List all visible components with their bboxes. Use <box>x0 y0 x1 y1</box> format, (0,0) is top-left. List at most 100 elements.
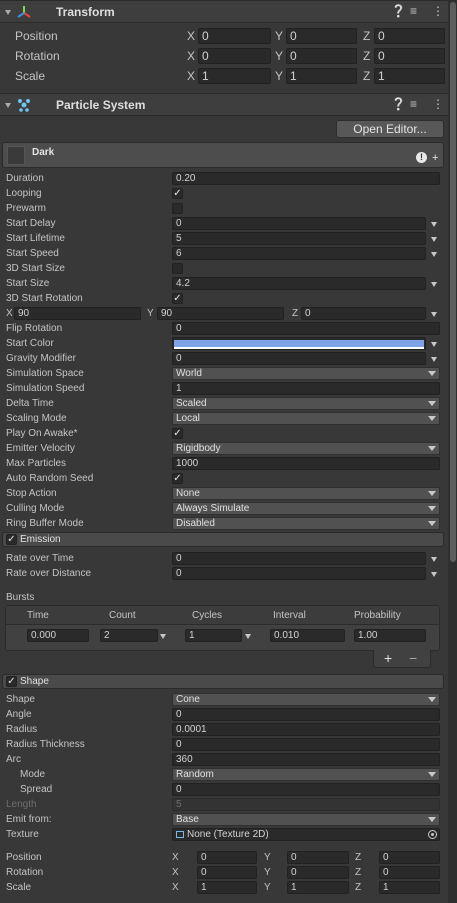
emission-enabled-checkbox[interactable]: ✓ <box>6 534 17 545</box>
position-z-field[interactable]: 0 <box>374 28 445 44</box>
shape-scale-x-field[interactable]: 1 <box>197 881 257 894</box>
rotation-x-field[interactable]: 0 <box>198 48 271 64</box>
looping-checkbox[interactable]: ✓ <box>172 188 183 199</box>
prewarm-checkbox[interactable] <box>172 203 183 214</box>
foldout-arrow-icon[interactable] <box>5 103 11 108</box>
burst-time-field[interactable]: 0.000 <box>27 629 89 642</box>
angle-field[interactable]: 0 <box>172 708 440 721</box>
scrollbar-thumb[interactable] <box>450 2 456 562</box>
start-speed-field[interactable]: 6 <box>172 247 426 260</box>
curve-mode-arrow-icon[interactable] <box>245 634 251 639</box>
scale-y-field[interactable]: 1 <box>286 68 357 84</box>
curve-mode-arrow-icon[interactable] <box>431 252 437 257</box>
start-color-field[interactable] <box>172 337 426 350</box>
scaling-mode-dropdown[interactable]: Local <box>172 412 440 425</box>
simulation-space-dropdown[interactable]: World <box>172 367 440 380</box>
shape-rotation-y-field[interactable]: 0 <box>287 866 349 879</box>
add-module-icon[interactable]: + <box>432 153 438 164</box>
ring-buffer-mode-dropdown[interactable]: Disabled <box>172 517 440 530</box>
add-burst-button[interactable]: + <box>384 650 392 666</box>
help-icon[interactable]: ❔ <box>391 97 406 111</box>
emit-from-dropdown[interactable]: Base <box>172 813 440 826</box>
curve-mode-arrow-icon[interactable] <box>431 237 437 242</box>
rotation-y-field[interactable]: 0 <box>286 48 357 64</box>
curve-mode-arrow-icon[interactable] <box>431 222 437 227</box>
rate-over-time-field[interactable]: 0 <box>172 552 426 565</box>
3d-start-size-checkbox[interactable] <box>172 263 183 274</box>
shape-type-dropdown[interactable]: Cone <box>172 693 440 706</box>
curve-mode-arrow-icon[interactable] <box>431 342 437 347</box>
emission-module-header[interactable]: ✓ Emission <box>2 532 444 547</box>
start-delay-field[interactable]: 0 <box>172 217 426 230</box>
presets-sliders-icon[interactable]: ≡ <box>410 97 417 111</box>
burst-interval-field[interactable]: 0.010 <box>270 629 345 642</box>
max-particles-field[interactable]: 1000 <box>172 457 440 470</box>
shape-position-x-field[interactable]: 0 <box>197 851 257 864</box>
delta-time-dropdown[interactable]: Scaled <box>172 397 440 410</box>
system-name-bar[interactable]: Dark ! + <box>2 142 444 168</box>
inspector-scrollbar[interactable] <box>448 0 457 903</box>
curve-mode-arrow-icon[interactable] <box>431 557 437 562</box>
curve-mode-arrow-icon[interactable] <box>431 357 437 362</box>
radius-field[interactable]: 0.0001 <box>172 723 440 736</box>
shape-rotation-x-field[interactable]: 0 <box>197 866 257 879</box>
start-size-field[interactable]: 4.2 <box>172 277 426 290</box>
arc-spread-field[interactable]: 0 <box>172 783 440 796</box>
stop-action-value: None <box>176 488 200 499</box>
warning-icon[interactable]: ! <box>416 152 427 163</box>
presets-sliders-icon[interactable]: ≡ <box>410 4 417 18</box>
start-rotation-y-field[interactable]: 90 <box>157 307 284 320</box>
radius-thickness-field[interactable]: 0 <box>172 738 440 751</box>
scale-z-field[interactable]: 1 <box>374 68 445 84</box>
shape-module-header[interactable]: ✓ Shape <box>2 674 444 689</box>
scale-x-field[interactable]: 1 <box>198 68 271 84</box>
bursts-row: 0.000 2 1 0.010 1.00 <box>6 626 439 650</box>
curve-mode-arrow-icon[interactable] <box>160 634 166 639</box>
3d-start-rotation-checkbox[interactable]: ✓ <box>172 293 183 304</box>
auto-random-seed-checkbox[interactable]: ✓ <box>172 473 183 484</box>
arc-mode-dropdown[interactable]: Random <box>172 768 440 781</box>
start-lifetime-field[interactable]: 5 <box>172 232 426 245</box>
simulation-speed-field[interactable]: 1 <box>172 382 440 395</box>
shape-position-z-field[interactable]: 0 <box>379 851 440 864</box>
arc-field[interactable]: 360 <box>172 753 440 766</box>
transform-header[interactable]: Transform ❔ ≡ ⋮ <box>0 0 448 23</box>
kebab-menu-icon[interactable]: ⋮ <box>432 4 444 18</box>
burst-probability-field[interactable]: 1.00 <box>354 629 426 642</box>
help-icon[interactable]: ❔ <box>391 4 406 18</box>
duration-field[interactable]: 0.20 <box>172 172 440 185</box>
object-picker-icon[interactable] <box>428 830 437 839</box>
shape-rotation-z-field[interactable]: 0 <box>379 866 440 879</box>
shape-enabled-checkbox[interactable]: ✓ <box>6 676 17 687</box>
particle-system-header[interactable]: Particle System ❔ ≡ ⋮ <box>0 93 448 116</box>
foldout-arrow-icon[interactable] <box>5 10 11 15</box>
flip-rotation-field[interactable]: 0 <box>172 322 440 335</box>
curve-mode-arrow-icon[interactable] <box>431 312 437 317</box>
shape-position-y-field[interactable]: 0 <box>287 851 349 864</box>
stop-action-dropdown[interactable]: None <box>172 487 440 500</box>
remove-burst-button[interactable]: − <box>409 650 417 666</box>
rate-over-distance-field[interactable]: 0 <box>172 567 426 580</box>
shape-scale-y-field[interactable]: 1 <box>287 881 349 894</box>
culling-mode-dropdown[interactable]: Always Simulate <box>172 502 440 515</box>
gravity-modifier-field[interactable]: 0 <box>172 352 426 365</box>
axis-x-label: X <box>187 49 196 63</box>
position-x-field[interactable]: 0 <box>198 28 271 44</box>
burst-count-field[interactable]: 2 <box>100 629 158 642</box>
shape-scale-z-field[interactable]: 1 <box>379 881 440 894</box>
kebab-menu-icon[interactable]: ⋮ <box>432 97 444 111</box>
play-on-awake-checkbox[interactable]: ✓ <box>172 428 183 439</box>
curve-mode-arrow-icon[interactable] <box>431 282 437 287</box>
burst-cycles-field[interactable]: 1 <box>185 629 242 642</box>
chevron-down-icon <box>428 371 436 376</box>
bursts-col-count: Count <box>109 610 136 621</box>
rotation-z-field[interactable]: 0 <box>374 48 445 64</box>
texture-object-field[interactable]: None (Texture 2D) <box>172 828 440 841</box>
position-y-field[interactable]: 0 <box>286 28 357 44</box>
curve-mode-arrow-icon[interactable] <box>431 572 437 577</box>
particle-system-title: Particle System <box>56 98 146 112</box>
start-rotation-x-field[interactable]: 90 <box>14 307 141 320</box>
open-editor-button[interactable]: Open Editor... <box>336 120 444 138</box>
emitter-velocity-dropdown[interactable]: Rigidbody <box>172 442 440 455</box>
start-rotation-z-field[interactable]: 0 <box>301 307 426 320</box>
